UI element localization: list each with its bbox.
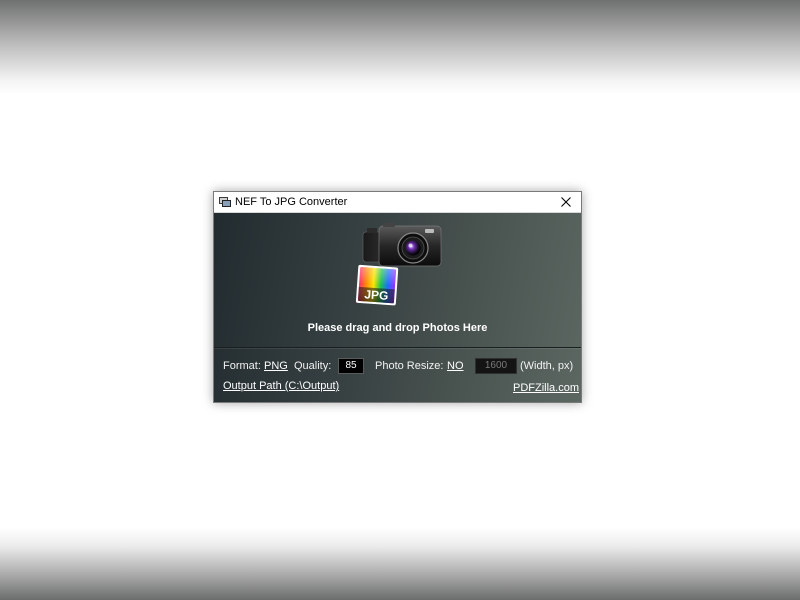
title-bar[interactable]: NEF To JPG Converter: [214, 192, 581, 213]
quality-input[interactable]: 85: [338, 358, 364, 374]
window-title: NEF To JPG Converter: [235, 196, 348, 208]
close-button[interactable]: [551, 192, 581, 212]
close-icon: [561, 197, 571, 207]
quality-label: Quality:: [294, 360, 332, 372]
app-icon: [219, 197, 231, 207]
section-divider: [214, 347, 581, 348]
drop-instruction: Please drag and drop Photos Here: [307, 322, 488, 334]
format-label: Format:: [223, 360, 261, 372]
desktop-top-gradient: [0, 0, 800, 95]
converter-window: NEF To JPG Converter JPG Please drag and…: [213, 191, 582, 403]
width-input[interactable]: 1600: [475, 358, 517, 374]
jpg-badge-text: JPG: [364, 287, 389, 303]
format-link[interactable]: PNG: [264, 360, 288, 372]
resize-label: Photo Resize:: [375, 360, 444, 372]
width-unit-label: (Width, px): [520, 360, 574, 372]
desktop-bottom-gradient: [0, 528, 800, 600]
photo-drop-zone[interactable]: JPG Please drag and drop Photos Here: [214, 213, 581, 347]
output-path-link[interactable]: Output Path (C:\Output): [223, 380, 339, 392]
client-area: JPG Please drag and drop Photos Here For…: [214, 213, 581, 402]
resize-link[interactable]: NO: [447, 360, 464, 372]
camera-jpg-icon: JPG: [355, 223, 442, 306]
site-link[interactable]: PDFZilla.com: [513, 382, 579, 394]
